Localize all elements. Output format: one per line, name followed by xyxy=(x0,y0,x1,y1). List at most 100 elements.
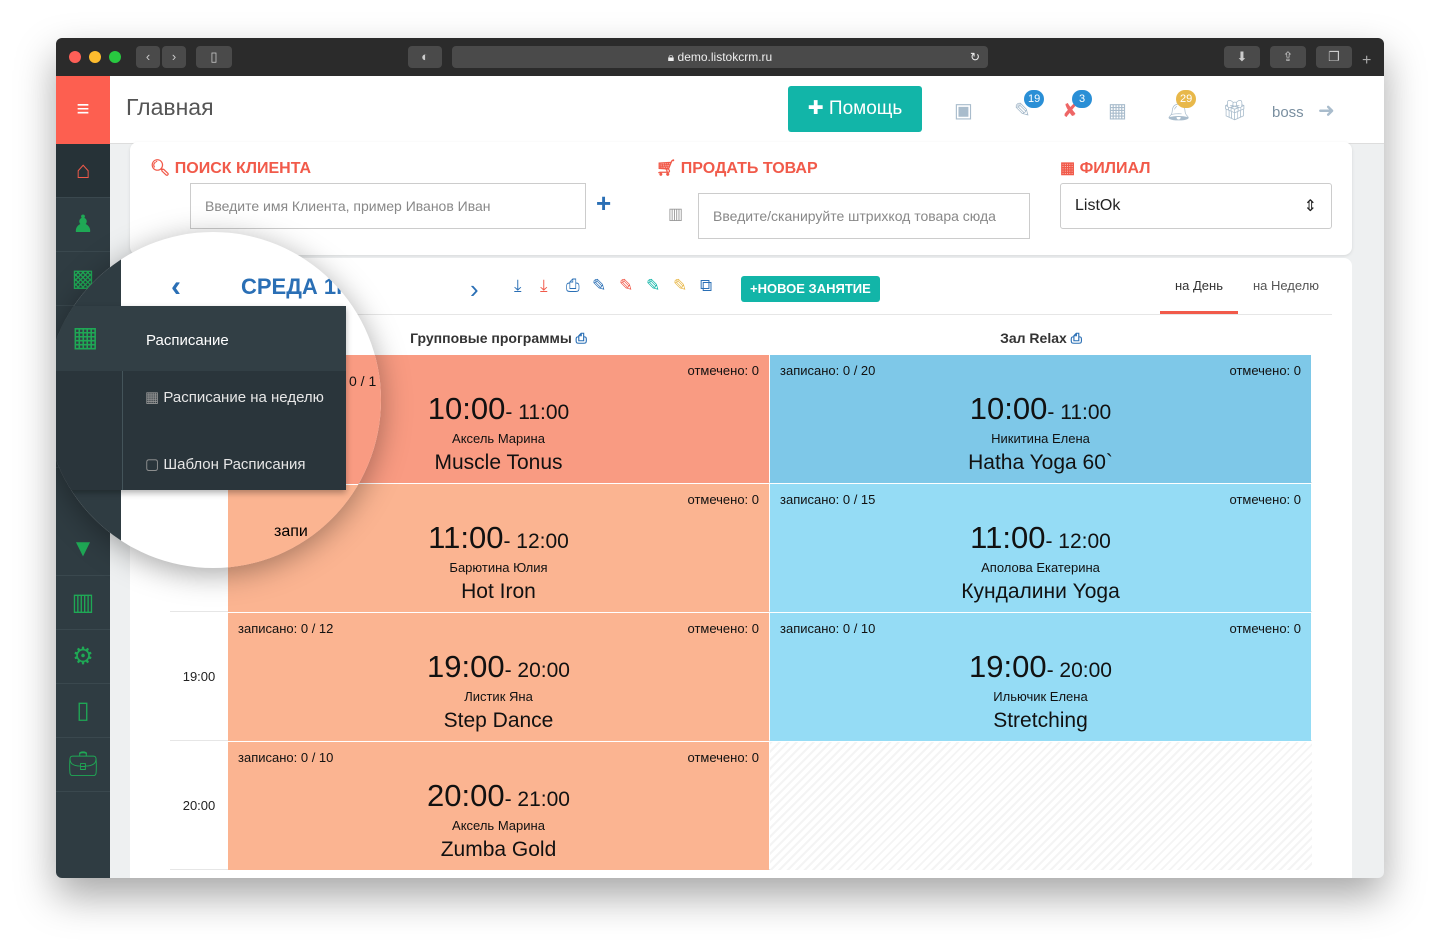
enrolled-count: записано: 0 / 12 xyxy=(238,621,334,636)
class-cell[interactable]: записано: 0 / 12 отмечено: 0 19:00- 20:0… xyxy=(228,613,769,741)
magnifier-callout: ▩ 🛒︎ 👥︎ ‹ СРЕДА 1ю 0 / 1 запи ▦ Расписан… xyxy=(56,232,381,568)
hall-header-relax: Зал Relax ⎙ xyxy=(1000,330,1082,346)
calendar-icon: ▢ xyxy=(145,456,160,473)
marked-count: отмечено: 0 xyxy=(1229,621,1302,636)
enrolled-count: записано: 0 / 10 xyxy=(780,621,876,636)
logout-icon[interactable]: ➜ xyxy=(1318,98,1335,123)
close-window-button[interactable] xyxy=(69,51,81,63)
calendar-icon: ▦ xyxy=(145,389,160,406)
browser-titlebar: ‹ › ▯ ◐ 🔒︎ demo.listokcrm.ru ↻ ⬇ ⇪ ❐ + xyxy=(56,38,1384,76)
badge-card-icon[interactable]: ▣ xyxy=(954,98,973,123)
home-icon[interactable]: ⌂ xyxy=(56,144,110,198)
first-aid-icon: ✚ xyxy=(807,98,824,119)
menu-item-schedule[interactable]: ▦ Расписание xyxy=(56,306,346,371)
marked-count: отмечено: 0 xyxy=(1229,492,1302,507)
tasks-badge: 19 xyxy=(1024,90,1045,108)
print-icon[interactable]: ⎙ xyxy=(566,276,580,296)
minimize-window-button[interactable] xyxy=(89,51,101,63)
forward-icon[interactable]: › xyxy=(162,46,186,68)
add-client-button[interactable]: + xyxy=(596,188,611,219)
help-button[interactable]: ✚ Помощь xyxy=(788,86,922,132)
edit-green-icon[interactable]: ✎ xyxy=(646,276,660,296)
marked-count: отмечено: 0 xyxy=(687,750,760,765)
search-icon: 🔍︎ xyxy=(150,160,171,177)
day-title: СРЕДА 1ю xyxy=(241,274,355,299)
edit-yellow-icon[interactable]: ✎ xyxy=(673,276,687,296)
edit-blue-icon[interactable]: ✎ xyxy=(592,276,606,296)
select-arrows-icon: ⇕ xyxy=(1303,198,1317,215)
menu-item-weekly-schedule[interactable]: ▦ Расписание на неделю xyxy=(145,387,341,409)
new-tab-icon[interactable]: + xyxy=(1362,52,1371,70)
box-icon: ▩ xyxy=(65,262,90,292)
marked-count: отмечено: 0 xyxy=(687,363,760,378)
menu-item-schedule-template[interactable]: ▢ Шаблон Расписания xyxy=(145,455,341,473)
user-name[interactable]: boss xyxy=(1272,104,1304,121)
time-label: 20:00 xyxy=(182,798,216,813)
zoom-window-button[interactable] xyxy=(109,51,121,63)
enrolled-count: записано: 0 / 10 xyxy=(238,750,334,765)
class-cell[interactable]: записано: 0 / 20 отмечено: 0 10:00- 11:0… xyxy=(770,355,1311,483)
client-search-input[interactable]: Введите имя Клиента, пример Иванов Иван xyxy=(190,183,586,229)
class-cell-peek-2: запи xyxy=(228,484,381,568)
enrolled-count: записано: 0 / 15 xyxy=(780,492,876,507)
class-cell[interactable]: записано: 0 / 15 отмечено: 0 11:00- 12:0… xyxy=(770,484,1311,612)
cart-icon: 🛒︎ xyxy=(656,160,677,177)
empty-slot[interactable] xyxy=(770,742,1312,870)
select-area-icon[interactable]: ⧉ xyxy=(700,276,712,296)
share-icon[interactable]: ⇪ xyxy=(1270,46,1306,68)
trainer-name: Аполова Екатерина xyxy=(981,560,1100,575)
class-name: Step Dance xyxy=(443,709,554,732)
cancel-badge: 3 xyxy=(1072,90,1092,108)
branch-select[interactable]: ListOk ⇕ xyxy=(1060,183,1332,229)
settings-icon[interactable]: ⚙ xyxy=(56,630,110,684)
trainer-name: Никитина Елена xyxy=(991,431,1090,446)
tasks-icon[interactable]: ✎ 19 xyxy=(1014,90,1045,123)
class-time: 19:00- 20:00 xyxy=(969,649,1112,684)
class-cell[interactable]: записано: 0 / 10 отмечено: 0 20:00- 21:0… xyxy=(228,742,769,870)
barcode-icon: ▥ xyxy=(668,206,684,223)
download-icon[interactable]: ⬇ xyxy=(1224,46,1260,68)
download-pdf-icon[interactable]: ⤓ xyxy=(540,276,548,296)
shield-icon[interactable]: ◐ xyxy=(408,46,442,68)
new-class-button[interactable]: +НОВОЕ ЗАНЯТИЕ xyxy=(741,276,880,302)
class-name: Stretching xyxy=(993,709,1088,732)
marked-count: отмечено: 0 xyxy=(1229,363,1302,378)
calendar-icon: ▦ xyxy=(72,321,99,352)
print-icon[interactable]: ⎙ xyxy=(1071,330,1082,346)
sidebar-toggle-icon[interactable]: ▯ xyxy=(196,46,232,68)
tab-day[interactable]: на День xyxy=(1160,278,1238,314)
browser-window: ‹ › ▯ ◐ 🔒︎ demo.listokcrm.ru ↻ ⬇ ⇪ ❐ + ≡ … xyxy=(56,38,1384,878)
class-time: 19:00- 20:00 xyxy=(427,649,570,684)
edit-red-icon[interactable]: ✎ xyxy=(619,276,633,296)
trainer-name: Листик Яна xyxy=(464,689,533,704)
client-search-label: 🔍︎ ПОИСК КЛИЕНТА xyxy=(150,160,312,177)
schedule-row: 20:00 записано: 0 / 10 отмечено: 0 20:00… xyxy=(170,742,1312,870)
gift-icon[interactable]: 🎁︎ xyxy=(1222,98,1247,123)
class-name: Zumba Gold xyxy=(440,838,557,861)
print-icon[interactable]: ⎙ xyxy=(576,330,587,346)
hamburger-menu-icon[interactable]: ≡ xyxy=(56,76,110,144)
reload-icon[interactable]: ↻ xyxy=(970,46,980,68)
branch-label: ▦ ФИЛИАЛ xyxy=(1060,160,1151,177)
chart-icon[interactable]: ▥ xyxy=(56,576,110,630)
download-icon[interactable]: ⤓ xyxy=(514,276,522,296)
cancel-icon[interactable]: ✘ 3 xyxy=(1062,90,1092,123)
lock-icon: 🔒︎ xyxy=(667,50,675,64)
page-title: Главная xyxy=(126,94,214,120)
back-icon[interactable]: ‹ xyxy=(136,46,160,68)
calendar-icon[interactable]: ▦ xyxy=(1108,98,1127,123)
tabs-icon[interactable]: ❐ xyxy=(1316,46,1352,68)
class-time: 11:00- 12:00 xyxy=(970,520,1111,555)
barcode-input[interactable]: Введите/сканируйте штрихкод товара сюда xyxy=(698,193,1030,239)
tab-week[interactable]: на Неделю xyxy=(1244,278,1328,293)
prev-day-button[interactable]: ‹ xyxy=(171,270,181,304)
bell-icon[interactable]: 🔔︎ 29 xyxy=(1166,90,1197,123)
mobile-icon[interactable]: ▯ xyxy=(56,684,110,738)
peek-count: 0 / 1 xyxy=(349,373,377,389)
quick-actions-panel: 🔍︎ ПОИСК КЛИЕНТА Введите имя Клиента, пр… xyxy=(130,142,1352,255)
submenu-list: ▦ Расписание на неделю ▢ Шаблон Расписан… xyxy=(122,371,346,490)
class-cell[interactable]: записано: 0 / 10 отмечено: 0 19:00- 20:0… xyxy=(770,613,1311,741)
briefcase-icon[interactable]: 💼︎ xyxy=(56,738,110,792)
address-bar[interactable]: 🔒︎ demo.listokcrm.ru ↻ xyxy=(452,46,988,68)
next-day-button[interactable]: › xyxy=(470,274,479,305)
